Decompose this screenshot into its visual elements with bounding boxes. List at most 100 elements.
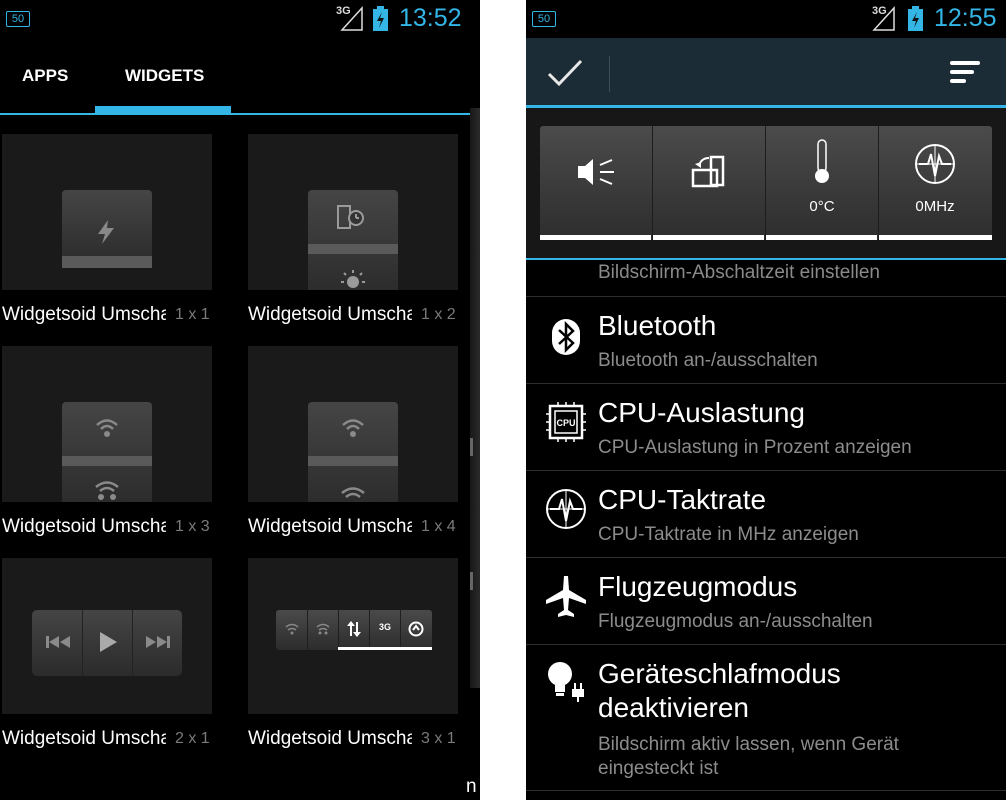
list-item-bluetooth[interactable]: Bluetooth Bluetooth an-/ausschalten [526,297,1006,383]
status-bar: 50 3G 12:55 [526,0,1006,38]
qs-cpu-frequency[interactable]: 0MHz [879,126,992,240]
status-time: 13:52 [399,4,462,32]
thermometer-icon [815,139,829,183]
edge-letter: n [466,776,477,797]
action-bar [526,38,1006,108]
widget-item[interactable]: Widgetsoid Umschalter 1 x 4 [246,346,478,546]
sort-menu-icon[interactable] [948,58,982,88]
widget-label: Widgetsoid Umschalter [248,516,412,537]
item-subtitle: Bluetooth an-/ausschalten [598,350,818,371]
list-item-airplane-mode[interactable]: Flugzeugmodus Flugzeugmodus an-/ausschal… [526,558,1006,644]
wifi-icon [342,419,364,437]
rotation-icon [691,155,725,188]
item-title: Geräteschlafmodus deaktivieren [598,658,841,723]
notification-icon: 50 [6,11,30,27]
bulb-plug-icon [548,662,584,702]
brightness-icon [341,270,365,288]
wifi-tether-icon [316,623,330,635]
status-time: 12:55 [934,4,997,32]
sound-icon [578,159,614,185]
flash-icon [98,220,114,244]
signal-icon [340,6,363,31]
media-widget [32,610,182,676]
widget-item[interactable]: Widgetsoid Umschalter 1 x 1 [0,134,232,334]
widget-label: Widgetsoid Umschalter [2,516,166,537]
previous-icon [46,636,70,648]
list-item-cpu-usage[interactable]: CPU CPU-Auslastung CPU-Auslastung in Pro… [526,384,1006,470]
tab-bar: APPS WIDGETS [0,38,470,115]
active-indicator [338,647,432,650]
sync-icon [408,621,424,637]
widget-item[interactable]: Widgetsoid Umschalter 1 x 2 [246,134,478,334]
widget-preview [248,134,458,290]
widget-preview: 3G [248,558,458,714]
tab-widgets[interactable]: WIDGETS [125,66,204,86]
item-title: CPU-Auslastung [598,397,805,428]
wifi-icon [96,419,118,437]
list-item-stay-awake[interactable]: Geräteschlafmodus deaktivieren Bildschir… [526,645,1006,790]
partial-list-item: Bildschirm-Abschaltzeit einstellen [598,262,880,283]
item-subtitle: CPU-Auslastung in Prozent anzeigen [598,437,912,458]
cpu-frequency-icon [546,489,586,529]
quick-settings-card: 0°C 0MHz [540,126,992,240]
settings-screen: 50 3G 12:55 0°C 0MHz Bildschirm-Abschalt… [526,0,1006,800]
widget-size: 1 x 2 [421,306,456,323]
widget-preview [2,346,212,502]
qs-temperature[interactable]: 0°C [766,126,878,240]
cpu-icon: CPU [546,402,586,442]
frequency-value: 0MHz [915,198,955,215]
widget-label: Widgetsoid Umschalter [2,304,166,325]
widget-size: 1 x 1 [175,306,210,323]
tab-apps[interactable]: APPS [22,66,68,86]
list-divider [526,790,1006,791]
widget-size: 2 x 1 [175,730,210,747]
wifi-tether-icon [95,481,119,500]
item-subtitle: CPU-Taktrate in MHz anzeigen [598,524,859,545]
signal-icon [872,6,895,31]
item-title: CPU-Taktrate [598,484,767,515]
quick-settings-preview: 0°C 0MHz [526,108,1006,260]
item-title: Flugzeugmodus [598,571,798,602]
item-title: Bluetooth [598,310,717,341]
battery-icon [908,6,923,31]
3g-icon: 3G [378,622,391,632]
notification-icon: 50 [532,11,556,27]
widget-size: 1 x 3 [175,518,210,535]
widget-item[interactable]: Widgetsoid Umschalter 1 x 3 [0,346,232,546]
widget-preview [248,346,458,502]
widget-label: Widgetsoid Umschalter [2,728,166,749]
airplane-icon [546,576,586,617]
qs-sound[interactable] [540,126,652,240]
widget-label: Widgetsoid Umschalter [248,728,412,749]
widget-picker-screen: 50 3G 13:52 APPS WIDGETS n Widgetsoid Um… [0,0,480,800]
widget-item[interactable]: 3G Widgetsoid Umschalter 3 x 1 [246,558,478,758]
item-subtitle: Flugzeugmodus an-/ausschalten [598,611,873,632]
cpu-frequency-icon [915,144,955,184]
wifi-tether-icon [341,487,365,498]
bluetooth-icon [552,319,580,355]
wifi-icon [285,623,299,635]
battery-icon [373,6,388,31]
checkmark-icon[interactable] [546,56,584,90]
toggle-bar-widget: 3G [276,610,432,650]
widget-size: 3 x 1 [421,730,456,747]
next-icon [146,636,170,648]
action-bar-divider [609,56,610,92]
widget-label: Widgetsoid Umschalter [248,304,412,325]
widget-item[interactable]: Widgetsoid Umschalter 2 x 1 [0,558,232,758]
temperature-value: 0°C [809,198,835,215]
list-item-cpu-frequency[interactable]: CPU-Taktrate CPU-Taktrate in MHz anzeige… [526,471,1006,557]
screen-timeout-icon [337,205,364,229]
mobile-data-icon [347,621,361,637]
item-subtitle: Bildschirm aktiv lassen, wenn Gerät eing… [598,734,899,779]
tab-selected-indicator [95,106,231,113]
preview-divider [526,258,1006,260]
widget-preview [2,134,212,290]
svg-text:CPU: CPU [556,418,575,428]
status-bar: 50 3G 13:52 [0,0,480,38]
widget-preview [2,558,212,714]
play-icon [100,632,117,652]
qs-rotation[interactable] [653,126,765,240]
tab-bar-divider [0,113,470,115]
widget-size: 1 x 4 [421,518,456,535]
